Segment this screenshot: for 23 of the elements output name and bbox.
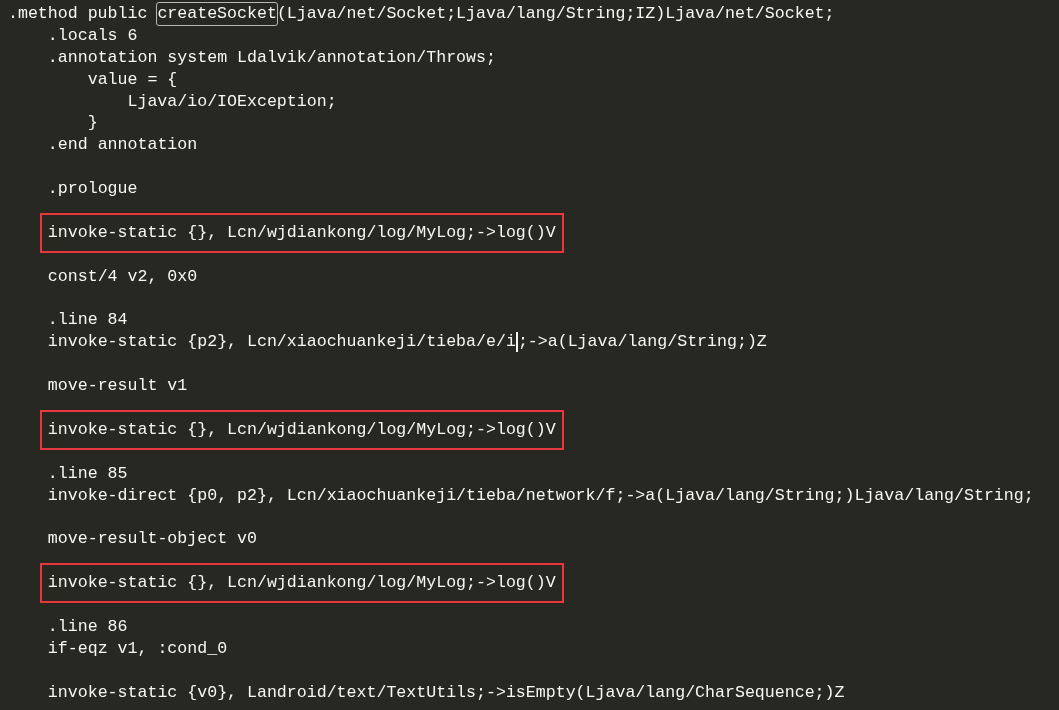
code-text: .method public [8, 4, 149, 23]
code-text: move-result-object v0 [47, 529, 257, 549]
code-text: move-result v1 [47, 376, 188, 396]
code-text: .prologue [47, 179, 138, 199]
code-text: .locals 6 [47, 25, 138, 45]
code-text: } [87, 113, 98, 133]
code-text: const/4 v2, 0x0 [47, 266, 198, 286]
code-text: (Ljava/net/Socket;Ljava/lang/String;IZ)Ljava/net/Socket; [276, 4, 835, 23]
code-text: .end annotation [47, 135, 198, 155]
text-cursor [515, 332, 518, 353]
code-text: .line 85 [47, 463, 128, 483]
code-text: .annotation system Ldalvik/annotation/Throws; [47, 47, 496, 67]
code-text: ;->a(Ljava/lang/String;)Z [517, 332, 767, 352]
code-text: invoke-direct {p0, p2}, Lcn/xiaochuankeji/tieba/network/f;->a(Ljava/lang/String;)Ljava/lang/String; [47, 485, 1034, 505]
code-text: value = { [87, 69, 178, 89]
code-text: invoke-static {p2}, Lcn/xiaochuankeji/tieba/e/i [47, 332, 516, 352]
matched-word: createSocket [156, 2, 278, 26]
code-editor[interactable] [0, 0, 1059, 710]
code-text: invoke-static {v0}, Landroid/text/TextUtils;->isEmpty(Ljava/lang/CharSequence;)Z [47, 682, 845, 702]
code-text: .line 84 [47, 310, 128, 330]
code-text: .line 86 [47, 616, 128, 636]
code-text: Ljava/io/IOException; [127, 91, 337, 111]
code-text: if-eqz v1, :cond_0 [47, 638, 228, 658]
